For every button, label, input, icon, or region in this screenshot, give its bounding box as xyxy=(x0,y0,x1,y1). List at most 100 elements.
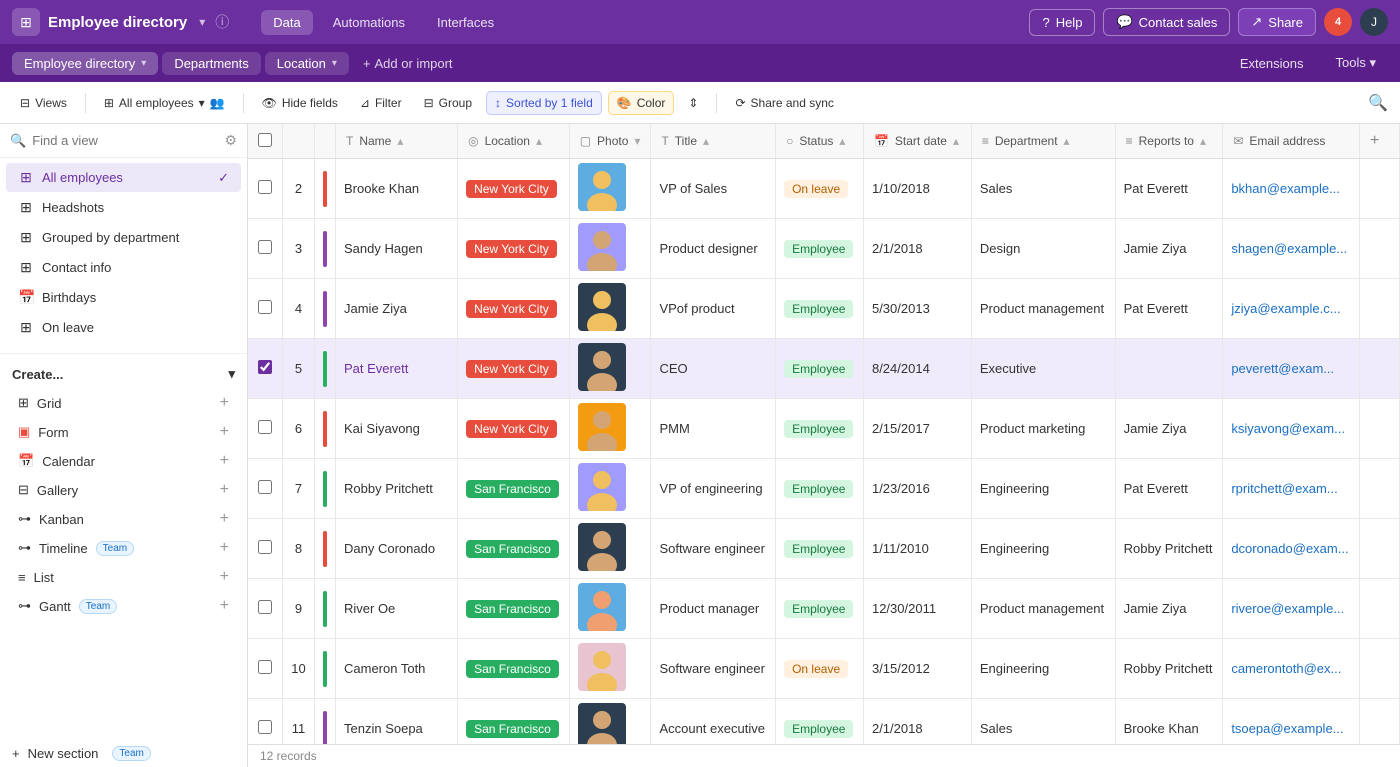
employee-name[interactable]: Tenzin Soepa xyxy=(344,721,423,736)
create-gallery[interactable]: ⊟ Gallery + xyxy=(6,476,241,504)
photo-column-header[interactable]: ▢ Photo ▾ xyxy=(569,124,651,159)
add-form-icon[interactable]: + xyxy=(220,423,229,441)
location-cell[interactable]: New York City xyxy=(458,159,570,219)
row-checkbox-cell[interactable] xyxy=(248,219,283,279)
color-button[interactable]: 🎨 Color xyxy=(608,91,675,115)
location-cell[interactable]: New York City xyxy=(458,339,570,399)
location-column-header[interactable]: ◎ Location ▴ xyxy=(458,124,570,159)
group-button[interactable]: ⊟ Group xyxy=(416,92,480,114)
row-checkbox[interactable] xyxy=(258,540,272,554)
status-cell[interactable]: Employee xyxy=(776,279,864,339)
select-all-checkbox[interactable] xyxy=(258,133,272,147)
location-cell[interactable]: San Francisco xyxy=(458,579,570,639)
location-cell[interactable]: New York City xyxy=(458,279,570,339)
share-sync-button[interactable]: ⟳ Share and sync xyxy=(727,92,841,114)
row-checkbox[interactable] xyxy=(258,180,272,194)
employee-name[interactable]: Pat Everett xyxy=(344,361,408,376)
row-checkbox-cell[interactable] xyxy=(248,519,283,579)
create-gantt[interactable]: ⊶ Gantt Team + xyxy=(6,592,241,620)
sidebar-item-contact-info[interactable]: ⊞ Contact info xyxy=(6,253,241,282)
location-cell[interactable]: New York City xyxy=(458,399,570,459)
add-timeline-icon[interactable]: + xyxy=(220,539,229,557)
email-column-header[interactable]: ✉ Email address xyxy=(1223,124,1360,159)
row-checkbox-cell[interactable] xyxy=(248,339,283,399)
sidebar-item-headshots[interactable]: ⊞ Headshots xyxy=(6,193,241,222)
email-cell[interactable]: ksiyavong@exam... xyxy=(1223,399,1360,459)
create-calendar[interactable]: 📅 Calendar + xyxy=(6,447,241,475)
status-cell[interactable]: Employee xyxy=(776,579,864,639)
status-column-header[interactable]: ○ Status ▴ xyxy=(776,124,864,159)
hide-fields-button[interactable]: 👁 Hide fields xyxy=(254,92,346,114)
row-checkbox-cell[interactable] xyxy=(248,579,283,639)
start-date-column-header[interactable]: 📅 Start date ▴ xyxy=(863,124,971,159)
create-list[interactable]: ≡ List + xyxy=(6,563,241,591)
new-section-item[interactable]: + New section Team xyxy=(0,740,247,767)
name-cell[interactable]: Cameron Toth xyxy=(336,639,458,699)
email-cell[interactable]: riveroe@example... xyxy=(1223,579,1360,639)
add-gantt-icon[interactable]: + xyxy=(220,597,229,615)
name-cell[interactable]: Dany Coronado xyxy=(336,519,458,579)
nav-data-tab[interactable]: Data xyxy=(261,10,312,35)
nav-interfaces-tab[interactable]: Interfaces xyxy=(425,10,506,35)
add-or-import-button[interactable]: + Add or import xyxy=(353,52,463,75)
help-button[interactable]: ? Help xyxy=(1029,9,1095,36)
employee-name[interactable]: Kai Siyavong xyxy=(344,421,420,436)
row-checkbox[interactable] xyxy=(258,480,272,494)
title-column-header[interactable]: T Title ▴ xyxy=(651,124,776,159)
add-gallery-icon[interactable]: + xyxy=(220,481,229,499)
name-cell[interactable]: Robby Pritchett xyxy=(336,459,458,519)
user-avatar[interactable]: J xyxy=(1360,8,1388,36)
name-cell[interactable]: Pat Everett xyxy=(336,339,458,399)
name-cell[interactable]: Sandy Hagen xyxy=(336,219,458,279)
info-icon[interactable]: ⓘ xyxy=(215,12,229,32)
status-cell[interactable]: Employee xyxy=(776,519,864,579)
tab-employee-directory[interactable]: Employee directory ▾ xyxy=(12,52,158,75)
status-cell[interactable]: Employee xyxy=(776,459,864,519)
location-cell[interactable]: New York City xyxy=(458,219,570,279)
employee-name[interactable]: Jamie Ziya xyxy=(344,301,407,316)
status-cell[interactable]: Employee xyxy=(776,339,864,399)
row-checkbox[interactable] xyxy=(258,600,272,614)
views-button[interactable]: ⊟ Views xyxy=(12,92,75,114)
create-kanban[interactable]: ⊶ Kanban + xyxy=(6,505,241,533)
contact-sales-button[interactable]: 💬 Contact sales xyxy=(1103,8,1230,36)
filter-button[interactable]: ⊿ Filter xyxy=(352,92,410,114)
row-height-button[interactable]: ⇕ xyxy=(680,92,706,114)
row-checkbox-cell[interactable] xyxy=(248,279,283,339)
sidebar-item-on-leave[interactable]: ⊞ On leave xyxy=(6,313,241,342)
create-grid[interactable]: ⊞ Grid + xyxy=(6,389,241,417)
add-grid-icon[interactable]: + xyxy=(220,394,229,412)
add-kanban-icon[interactable]: + xyxy=(220,510,229,528)
tools-button[interactable]: Tools ▾ xyxy=(1323,50,1388,76)
email-cell[interactable]: dcoronado@exam... xyxy=(1223,519,1360,579)
email-cell[interactable]: shagen@example... xyxy=(1223,219,1360,279)
name-cell[interactable]: Jamie Ziya xyxy=(336,279,458,339)
status-cell[interactable]: On leave xyxy=(776,639,864,699)
row-checkbox[interactable] xyxy=(258,660,272,674)
status-cell[interactable]: Employee xyxy=(776,399,864,459)
employee-name[interactable]: Cameron Toth xyxy=(344,661,425,676)
location-cell[interactable]: San Francisco xyxy=(458,519,570,579)
row-checkbox[interactable] xyxy=(258,420,272,434)
row-checkbox[interactable] xyxy=(258,360,272,374)
status-cell[interactable]: On leave xyxy=(776,159,864,219)
name-cell[interactable]: Brooke Khan xyxy=(336,159,458,219)
add-list-icon[interactable]: + xyxy=(220,568,229,586)
email-cell[interactable]: jziya@example.c... xyxy=(1223,279,1360,339)
row-checkbox[interactable] xyxy=(258,240,272,254)
extensions-button[interactable]: Extensions xyxy=(1228,50,1316,76)
create-form[interactable]: ▣ Form + xyxy=(6,418,241,446)
employee-name[interactable]: Robby Pritchett xyxy=(344,481,433,496)
employee-name[interactable]: Sandy Hagen xyxy=(344,241,423,256)
tab-departments[interactable]: Departments xyxy=(162,52,260,75)
create-header[interactable]: Create... ▾ xyxy=(0,360,247,388)
employee-name[interactable]: Brooke Khan xyxy=(344,181,419,196)
row-checkbox-cell[interactable] xyxy=(248,459,283,519)
row-checkbox-cell[interactable] xyxy=(248,159,283,219)
name-column-header[interactable]: T Name ▴ xyxy=(336,124,458,159)
add-field-header[interactable]: + xyxy=(1360,124,1400,159)
sidebar-item-birthdays[interactable]: 📅 Birthdays xyxy=(6,283,241,312)
location-cell[interactable]: San Francisco xyxy=(458,639,570,699)
reports-to-column-header[interactable]: ≡ Reports to ▴ xyxy=(1115,124,1223,159)
sidebar-item-all-employees[interactable]: ⊞ All employees ✓ xyxy=(6,163,241,192)
